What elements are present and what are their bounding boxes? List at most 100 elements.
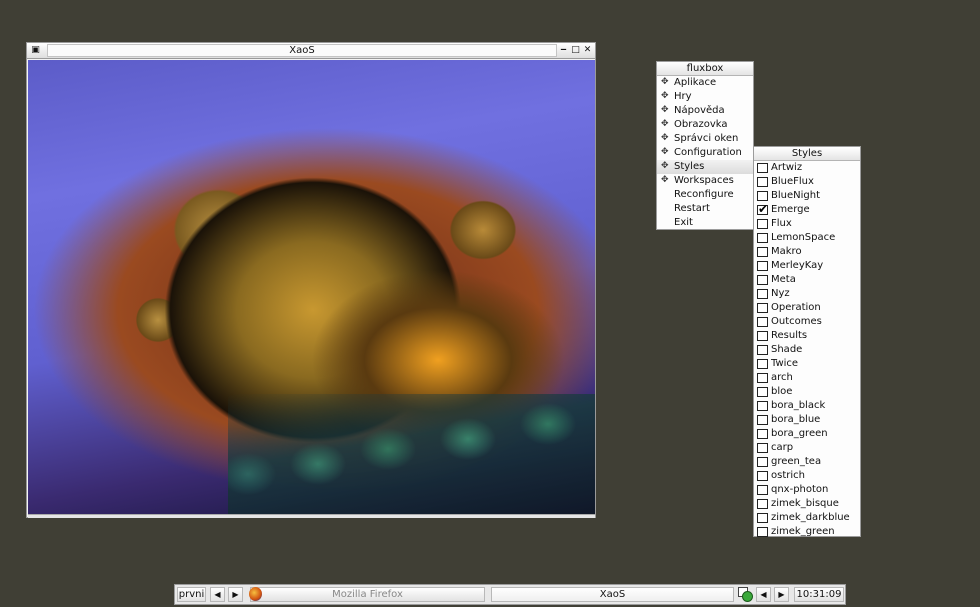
style-item-label: carp [771,442,794,453]
style-item-ostrich[interactable]: ostrich [754,469,860,483]
checkbox-icon [757,233,768,243]
root-menu-item-styles[interactable]: ✥ Styles [657,160,753,174]
style-item-label: LemonSpace [771,232,836,243]
submenu-icon: ✥ [661,91,669,101]
style-item-meta[interactable]: Meta [754,273,860,287]
checkbox-icon [757,373,768,383]
style-item-label: Shade [771,344,803,355]
checkbox-icon [757,331,768,341]
style-item-bluenight[interactable]: BlueNight [754,189,860,203]
style-item-makro[interactable]: Makro [754,245,860,259]
style-item-zimek-green[interactable]: zimek_green [754,525,860,539]
checkbox-icon [757,163,768,173]
style-item-flux[interactable]: Flux [754,217,860,231]
checkbox-icon [757,499,768,509]
fractal-canvas[interactable] [28,60,595,514]
style-item-label: qnx-photon [771,484,829,495]
submenu-icon: ✥ [661,161,669,171]
window-menu-icon[interactable]: ▣ [30,45,41,56]
checkbox-icon [757,303,768,313]
style-item-label: Makro [771,246,802,257]
style-item-artwiz[interactable]: Artwiz [754,161,860,175]
root-menu-item-spr-vci-oken[interactable]: ✥ Správci oken [657,132,753,146]
clock: 10:31:09 [794,587,844,602]
style-item-bloe[interactable]: bloe [754,385,860,399]
checkbox-icon [757,471,768,481]
workspace-name[interactable]: prvni [177,587,206,602]
style-item-blueflux[interactable]: BlueFlux [754,175,860,189]
submenu-icon: ✥ [661,105,669,115]
checkbox-icon [757,485,768,495]
window-next-button[interactable]: ▶ [774,587,789,602]
style-item-label: bora_black [771,400,826,411]
style-item-lemonspace[interactable]: LemonSpace [754,231,860,245]
root-menu-item-hry[interactable]: ✥ Hry [657,90,753,104]
style-item-label: MerleyKay [771,260,824,271]
style-item-label: Artwiz [771,162,803,173]
xaos-titlebar[interactable]: ▣ XaoS ‒ □ ✕ [27,43,595,59]
style-item-operation[interactable]: Operation [754,301,860,315]
minimize-icon[interactable]: ‒ [558,45,569,56]
root-menu-item-reconfigure[interactable]: Reconfigure [657,188,753,202]
root-menu-item-exit[interactable]: Exit [657,216,753,230]
checkbox-icon [757,247,768,257]
root-menu-item-aplikace[interactable]: ✥ Aplikace [657,76,753,90]
checkbox-icon [757,261,768,271]
checkbox-icon [757,401,768,411]
style-item-arch[interactable]: arch [754,371,860,385]
style-item-nyz[interactable]: Nyz [754,287,860,301]
style-item-shade[interactable]: Shade [754,343,860,357]
style-item-label: Twice [771,358,799,369]
style-item-merleykay[interactable]: MerleyKay [754,259,860,273]
workspace-prev-button[interactable]: ◀ [210,587,225,602]
style-item-qnx-photon[interactable]: qnx-photon [754,483,860,497]
checkbox-icon [757,317,768,327]
window-prev-button[interactable]: ◀ [756,587,771,602]
style-item-label: Operation [771,302,821,313]
style-item-zimek-darkblue[interactable]: zimek_darkblue [754,511,860,525]
checkbox-icon [757,513,768,523]
style-item-bora-green[interactable]: bora_green [754,427,860,441]
workspace-next-button[interactable]: ▶ [228,587,243,602]
submenu-icon: ✥ [661,147,669,157]
root-menu-item-n-pov-da[interactable]: ✥ Nápověda [657,104,753,118]
checkbox-icon [757,219,768,229]
style-item-emerge[interactable]: Emerge [754,202,860,217]
checkbox-icon [757,429,768,439]
systray-icon[interactable] [738,587,753,602]
style-item-label: bora_green [771,428,828,439]
style-item-results[interactable]: Results [754,329,860,343]
style-item-outcomes[interactable]: Outcomes [754,315,860,329]
task-firefox[interactable]: Mozilla Firefox [250,587,485,602]
style-item-label: bora_blue [771,414,821,425]
submenu-icon: ✥ [661,77,669,87]
close-icon[interactable]: ✕ [582,45,593,56]
root-menu-item-label: Správci oken [674,133,739,144]
window-bottom-handle[interactable] [28,514,595,518]
style-item-label: ostrich [771,470,805,481]
checkbox-icon [757,443,768,453]
root-menu-item-configuration[interactable]: ✥ Configuration [657,146,753,160]
root-menu-item-obrazovka[interactable]: ✥ Obrazovka [657,118,753,132]
style-item-label: Emerge [771,204,810,215]
task-xaos[interactable]: XaoS [491,587,734,602]
root-menu-item-label: Aplikace [674,77,717,88]
root-menu-item-label: Reconfigure [674,189,734,200]
style-item-green-tea[interactable]: green_tea [754,455,860,469]
root-menu-item-restart[interactable]: Restart [657,202,753,216]
style-item-label: Flux [771,218,792,229]
checkbox-icon [757,345,768,355]
style-item-bora-black[interactable]: bora_black [754,399,860,413]
style-item-label: zimek_green [771,526,835,537]
task-xaos-label: XaoS [599,589,626,600]
root-menu-item-workspaces[interactable]: ✥ Workspaces [657,174,753,188]
checkbox-icon [757,177,768,187]
style-item-bora-blue[interactable]: bora_blue [754,413,860,427]
maximize-icon[interactable]: □ [570,45,581,56]
style-item-carp[interactable]: carp [754,441,860,455]
fractal-wave-pattern [228,394,595,514]
style-item-label: zimek_darkblue [771,512,850,523]
style-item-twice[interactable]: Twice [754,357,860,371]
style-item-zimek-bisque[interactable]: zimek_bisque [754,497,860,511]
root-menu-item-label: Configuration [674,147,742,158]
